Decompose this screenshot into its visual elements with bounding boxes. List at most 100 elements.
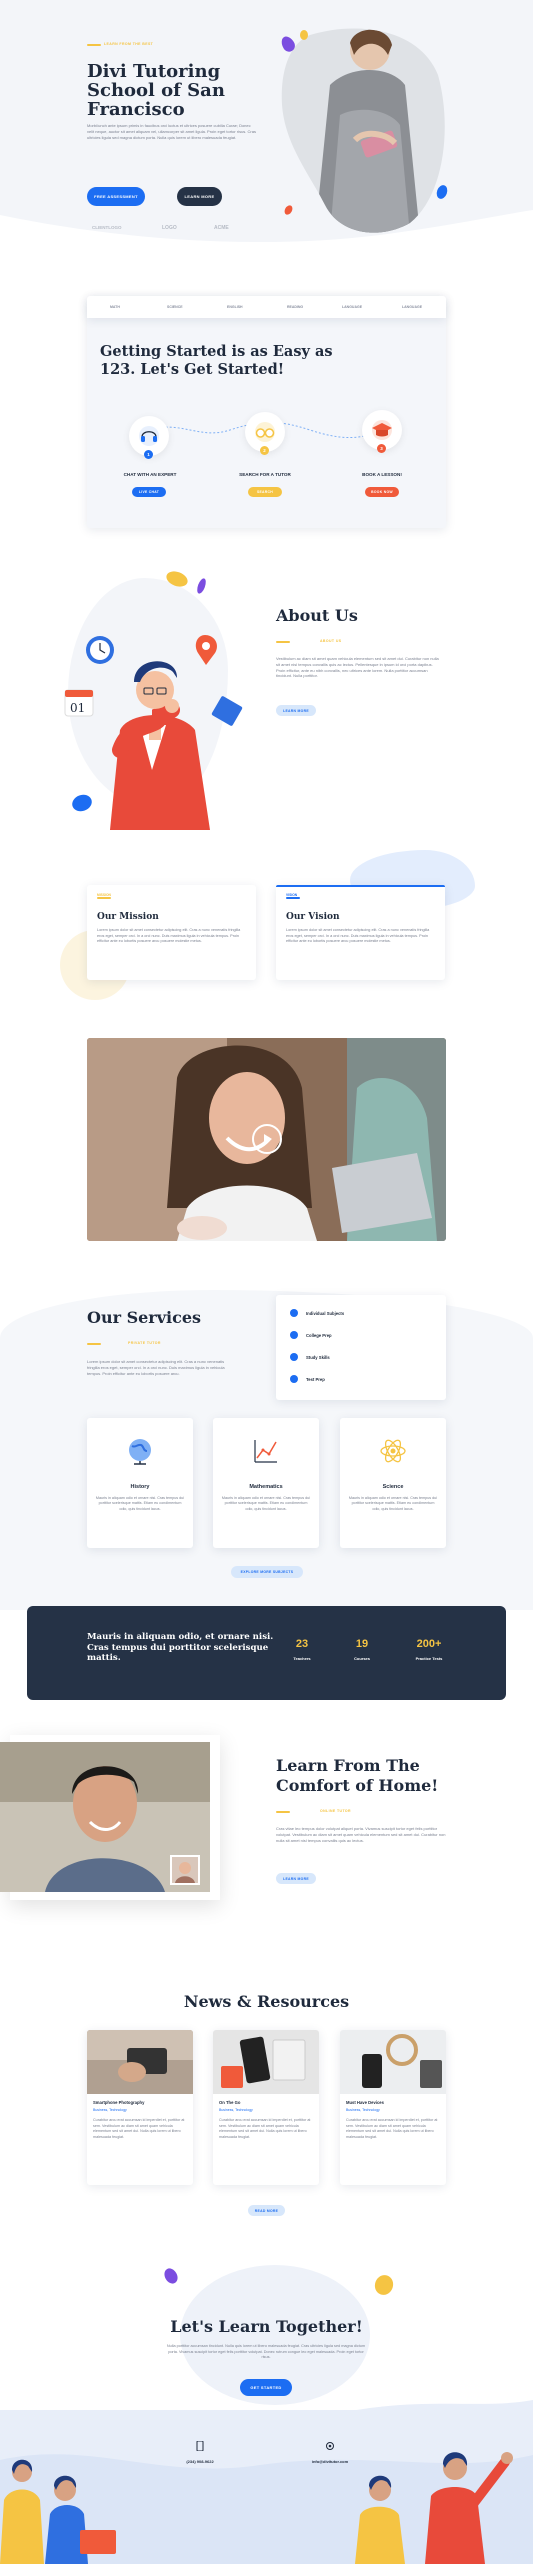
stats-banner: Mauris in aliquam odio, et ornare nisi. … <box>27 1606 506 1700</box>
post-category[interactable]: Business, Technology <box>346 2108 380 2112</box>
post-excerpt: Curabitur arcu erat accumsan id imperdie… <box>93 2118 185 2139</box>
vision-top-border <box>276 885 445 887</box>
vision-card: VISION Our Vision Lorem ipsum dolor sit … <box>276 885 445 980</box>
about-eyebrow: ABOUT US <box>320 639 342 643</box>
stat-practice-tests: 200+ Practice Tests <box>399 1638 459 1661</box>
service-list-item[interactable]: Test Prep <box>290 1375 325 1383</box>
post-excerpt: Curabitur arcu erat accumsan id imperdie… <box>346 2118 438 2139</box>
decor-blob <box>372 2272 396 2298</box>
post-image <box>213 2030 319 2094</box>
hero-section <box>0 0 533 260</box>
post-title: Must Have Devices <box>346 2100 384 2105</box>
learn-home-eyebrow: ONLINE TUTOR <box>320 1809 351 1813</box>
step-3-title: BOOK A LESSON! <box>362 472 402 477</box>
service-card-mathematics[interactable]: Mathematics Mauris in aliquam odio et or… <box>213 1418 319 1548</box>
step-2-title: SEARCH FOR A TUTOR <box>239 472 291 477</box>
arrow-icon <box>290 1353 298 1361</box>
footer-phone[interactable]: (234) 908-9622 <box>180 2441 220 2464</box>
about-learn-more-button[interactable]: LEARN MORE <box>276 705 316 716</box>
services-accent-line <box>87 1343 101 1345</box>
service-list-label: Study Skills <box>306 1354 330 1360</box>
about-accent-line <box>276 641 290 643</box>
about-text: Vestibulum ac diam sit amet quam vehicul… <box>276 656 439 679</box>
client-logo: CLIENTLOGO <box>92 225 122 230</box>
service-list-item[interactable]: College Prep <box>290 1331 332 1339</box>
service-card-text: Mauris in aliquam odio et ornare nisi. C… <box>221 1496 311 1511</box>
arrow-icon <box>290 1375 298 1383</box>
services-text: Lorem ipsum dolor sit amet consectetur a… <box>87 1359 225 1376</box>
free-assessment-button[interactable]: FREE ASSESSMENT <box>87 187 145 206</box>
step-1-number: 1 <box>144 450 153 459</box>
student-avatar <box>175 1862 195 1883</box>
student-thinking-illustration: 01 <box>64 635 243 830</box>
stat-label: Courses <box>353 1656 370 1661</box>
live-chat-button[interactable]: LIVE CHAT <box>132 487 166 497</box>
post-category[interactable]: Business, Technology <box>219 2108 253 2112</box>
get-started-button[interactable]: GET STARTED <box>240 2379 292 2396</box>
post-image <box>87 2030 193 2094</box>
stat-label: Teachers <box>293 1656 311 1661</box>
tab-language-2[interactable]: LANGUAGE <box>402 305 422 309</box>
read-more-button[interactable]: READ MORE <box>248 2205 285 2216</box>
client-logo: LOGO <box>162 225 177 231</box>
video-player[interactable] <box>87 1038 446 1241</box>
tab-math[interactable]: MATH <box>110 305 120 309</box>
stat-value: 23 <box>295 1638 309 1650</box>
learn-home-accent-line <box>276 1811 290 1813</box>
cta-text: Nulla porttitor accumsan tincidunt. Null… <box>166 2344 366 2360</box>
students-raising-hands-illustration <box>355 2452 513 2564</box>
explore-subjects-button[interactable]: EXPLORE MORE SUBJECTS <box>231 1566 303 1578</box>
play-button[interactable] <box>252 1124 282 1154</box>
learn-home-button[interactable]: LEARN MORE <box>276 1873 316 1884</box>
students-studying-illustration <box>0 2459 116 2564</box>
atom-icon <box>380 1439 406 1463</box>
stat-value: 200+ <box>416 1638 442 1650</box>
hero-learn-more-button[interactable]: LEARN MORE <box>177 187 222 206</box>
service-list-item[interactable]: Individual Subjects <box>290 1309 344 1317</box>
arrow-icon <box>290 1309 298 1317</box>
hero-title-line: Divi Tutoring <box>87 61 221 82</box>
step-1-title: CHAT WITH AN EXPERT <box>123 472 177 477</box>
tab-reading[interactable]: READING <box>287 305 303 309</box>
post-title: On The Go <box>219 2100 241 2105</box>
vision-title: Our Vision <box>286 912 340 922</box>
service-card-text: Mauris in aliquam odio et ornare nisi. C… <box>95 1496 185 1511</box>
news-post-card[interactable]: Must Have Devices Business, Technology C… <box>340 2030 446 2185</box>
steps-title-line: Getting Started is as Easy as <box>100 343 333 360</box>
learn-home-text: Cras vitae leo tempus dolor volutpat ali… <box>276 1826 446 1843</box>
subject-tabs: MATH SCIENCE ENGLISH READING LANGUAGE LA… <box>87 296 446 318</box>
tab-language[interactable]: LANGUAGE <box>342 305 362 309</box>
phone-icon <box>196 2441 204 2451</box>
steps-title: Getting Started is as Easy as 123. Let's… <box>100 343 333 379</box>
service-list-item[interactable]: Study Skills <box>290 1353 330 1361</box>
learn-home-title: Learn From The Comfort of Home! <box>276 1756 438 1796</box>
stat-label: Practice Tests <box>415 1656 443 1661</box>
news-post-card[interactable]: On The Go Business, Technology Curabitur… <box>213 2030 319 2185</box>
post-category[interactable]: Business, Technology <box>93 2108 127 2112</box>
service-card-science[interactable]: Science Mauris in aliquam odio et ornare… <box>340 1418 446 1548</box>
mission-card: MISSION Our Mission Lorem ipsum dolor si… <box>87 885 256 980</box>
client-logo: ACME <box>214 225 229 231</box>
decor-blob <box>161 2266 181 2286</box>
hero-text: Morbi/unch ante ipsum primis in faucibus… <box>87 123 256 140</box>
service-card-text: Mauris in aliquam odio et ornare nisi. C… <box>348 1496 438 1511</box>
service-card-title: History <box>130 1484 150 1490</box>
news-title: News & Resources <box>183 1992 350 2011</box>
service-list-label: Individual Subjects <box>306 1310 345 1316</box>
services-eyebrow: PRIVATE TUTOR <box>128 1341 161 1345</box>
tab-science[interactable]: SCIENCE <box>167 305 183 309</box>
stat-value: 19 <box>355 1638 369 1650</box>
vision-eyebrow: VISION <box>286 893 298 897</box>
hero-title-line: School of San <box>87 80 225 101</box>
book-now-button[interactable]: BOOK NOW <box>365 487 399 497</box>
news-post-card[interactable]: Smartphone Photography Business, Technol… <box>87 2030 193 2185</box>
tab-english[interactable]: ENGLISH <box>227 305 243 309</box>
hero-student-photo <box>281 28 445 233</box>
service-card-history[interactable]: History Mauris in aliquam odio et ornare… <box>87 1418 193 1548</box>
service-list-label: College Prep <box>306 1332 332 1338</box>
glasses-icon <box>255 422 275 442</box>
post-excerpt: Curabitur arcu erat accumsan id imperdie… <box>219 2118 311 2139</box>
learn-home-title-line: Comfort of Home! <box>276 1776 439 1795</box>
cta-title: Let's Learn Together! <box>170 2317 363 2336</box>
search-button[interactable]: SEARCH <box>248 487 282 497</box>
